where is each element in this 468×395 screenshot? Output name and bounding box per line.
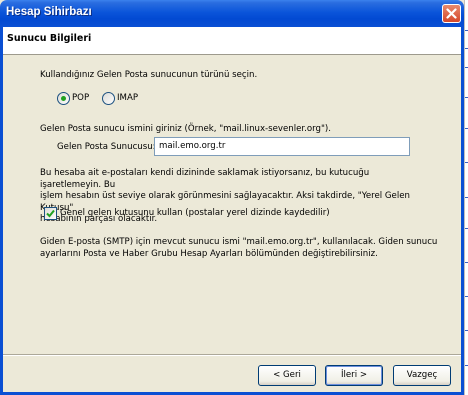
radio-pop-label[interactable]: POP <box>72 93 89 103</box>
page-header: Sunucu Bilgileri <box>3 27 461 55</box>
outgoing-info-line: ayarlarını Posta ve Haber Grubu Hesap Ay… <box>40 248 378 259</box>
incoming-server-input[interactable]: mail.emo.org.tr <box>154 137 410 156</box>
close-icon <box>446 8 457 19</box>
cancel-button[interactable]: Vazgeç <box>393 365 451 386</box>
footer-divider <box>3 354 461 356</box>
incoming-server-prompt: Gelen Posta sunucu ismini giriniz (Örnek… <box>40 124 332 134</box>
back-button[interactable]: < Geri <box>258 365 316 386</box>
checkmark-icon <box>46 209 55 218</box>
description-line: Bu hesaba ait e-postaları kendi dizinind… <box>40 168 370 190</box>
wizard-window: Hesap Sihirbazı Sunucu Bilgileri Kulland… <box>0 0 464 395</box>
window-title: Hesap Sihirbazı <box>6 6 92 18</box>
window-frame-left <box>0 27 3 395</box>
server-type-prompt: Kullandığınız Gelen Posta sunucunun türü… <box>40 70 258 80</box>
incoming-server-label: Gelen Posta Sunucusu: <box>57 142 156 152</box>
close-button[interactable] <box>442 4 461 23</box>
global-inbox-checkbox[interactable] <box>44 207 57 220</box>
next-button[interactable]: İleri > <box>325 365 383 386</box>
global-inbox-checkbox-label[interactable]: Genel gelen kutusunu kullan (postalar ye… <box>60 208 330 218</box>
radio-selected-dot <box>61 96 66 101</box>
radio-imap-label[interactable]: IMAP <box>117 93 138 103</box>
outgoing-info-line: Giden E-posta (SMTP) için mevcut sunucu … <box>40 237 438 247</box>
radio-imap[interactable] <box>102 92 115 105</box>
outgoing-info: Giden E-posta (SMTP) için mevcut sunucu … <box>40 237 440 260</box>
radio-pop[interactable] <box>57 92 70 105</box>
page-title: Sunucu Bilgileri <box>7 33 92 44</box>
title-bar[interactable]: Hesap Sihirbazı <box>0 0 464 27</box>
